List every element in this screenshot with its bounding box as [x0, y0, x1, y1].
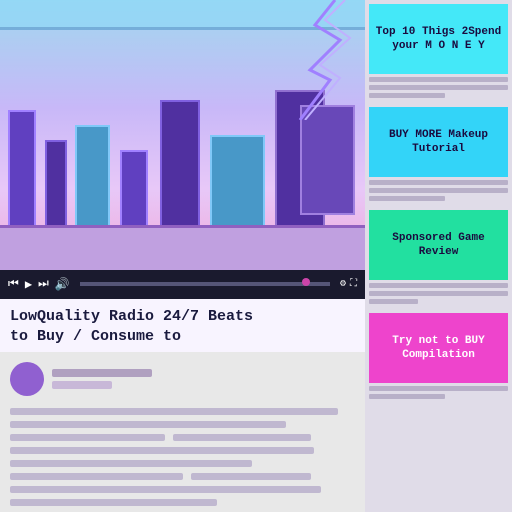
sidebar-thumb-3[interactable]: Sponsored Game Review — [369, 210, 508, 280]
meta-line-4b — [369, 394, 445, 399]
video-title-line2: to Buy / Consume to — [10, 328, 181, 345]
desc-line-3b — [173, 434, 311, 441]
scene-floor — [0, 225, 365, 270]
sidebar-meta-3 — [369, 280, 508, 307]
desc-line-5 — [10, 460, 252, 467]
sidebar-card-4: Try not to BUY Compilation — [369, 313, 508, 402]
volume-button[interactable]: 🔊 — [55, 277, 70, 292]
channel-row — [0, 362, 365, 396]
sidebar-thumb-4[interactable]: Try not to BUY Compilation — [369, 313, 508, 383]
sidebar-card-3: Sponsored Game Review — [369, 210, 508, 307]
meta-line-4a — [369, 386, 508, 391]
scene-column-4 — [120, 150, 148, 235]
description-area — [0, 396, 365, 512]
scene-column-1 — [8, 110, 36, 230]
desc-line-8 — [10, 499, 217, 506]
sidebar-card-1: Top 10 Thigs 2Spend your M O N E Y — [369, 4, 508, 101]
video-info: LowQuality Radio 24/7 Beats to Buy / Con… — [0, 299, 365, 352]
channel-info — [52, 369, 152, 389]
video-title: LowQuality Radio 24/7 Beats to Buy / Con… — [10, 307, 355, 346]
channel-name-placeholder — [52, 369, 152, 377]
sidebar-card-2: BUY MORE Makeup Tutorial — [369, 107, 508, 204]
desc-line-row-3 — [10, 434, 355, 441]
video-title-line1: LowQuality Radio 24/7 Beats — [10, 308, 253, 325]
meta-line-2b — [369, 188, 508, 193]
sidebar-meta-2 — [369, 177, 508, 204]
desc-line-1 — [10, 408, 338, 415]
play-button[interactable]: ▶ — [25, 277, 32, 292]
meta-line-1b — [369, 85, 508, 90]
desc-line-6a — [10, 473, 183, 480]
next-button[interactable]: ⏭ — [38, 277, 49, 291]
prev-button[interactable]: ⏮ — [8, 277, 19, 291]
meta-line-3c — [369, 299, 418, 304]
scene-column-2 — [45, 140, 67, 230]
meta-line-1c — [369, 93, 445, 98]
main-content: ⏮ ▶ ⏭ 🔊 ⚙ ⛶ LowQuality Radio 24/7 Beats … — [0, 0, 365, 512]
settings-icon[interactable]: ⚙ — [340, 278, 346, 290]
scene-column-3 — [75, 125, 110, 235]
fullscreen-icon[interactable]: ⛶ — [350, 278, 357, 290]
controls-right: ⚙ ⛶ — [340, 278, 357, 290]
sidebar-meta-4 — [369, 383, 508, 402]
meta-line-2a — [369, 180, 508, 185]
meta-line-3b — [369, 291, 508, 296]
desc-line-7 — [10, 486, 321, 493]
channel-sub-placeholder — [52, 381, 112, 389]
sidebar: Top 10 Thigs 2Spend your M O N E Y BUY M… — [365, 0, 512, 512]
video-controls-bar: ⏮ ▶ ⏭ 🔊 ⚙ ⛶ — [0, 270, 365, 299]
desc-line-3a — [10, 434, 165, 441]
meta-line-3a — [369, 283, 508, 288]
sidebar-meta-1 — [369, 74, 508, 101]
scene-column-8 — [300, 105, 355, 215]
scene-column-5 — [160, 100, 200, 230]
desc-line-row-6 — [10, 473, 355, 480]
channel-avatar[interactable] — [10, 362, 44, 396]
scene-lightning-svg — [245, 0, 365, 120]
progress-bar[interactable] — [80, 282, 330, 286]
meta-line-2c — [369, 196, 445, 201]
desc-line-2 — [10, 421, 286, 428]
sidebar-thumb-2[interactable]: BUY MORE Makeup Tutorial — [369, 107, 508, 177]
video-scene — [0, 0, 365, 270]
desc-line-4 — [10, 447, 314, 454]
app-container: ⏮ ▶ ⏭ 🔊 ⚙ ⛶ LowQuality Radio 24/7 Beats … — [0, 0, 512, 512]
sidebar-thumb-1[interactable]: Top 10 Thigs 2Spend your M O N E Y — [369, 4, 508, 74]
video-player[interactable] — [0, 0, 365, 270]
meta-line-1a — [369, 77, 508, 82]
scene-column-6 — [210, 135, 265, 235]
desc-line-6b — [191, 473, 312, 480]
progress-indicator — [302, 278, 310, 286]
